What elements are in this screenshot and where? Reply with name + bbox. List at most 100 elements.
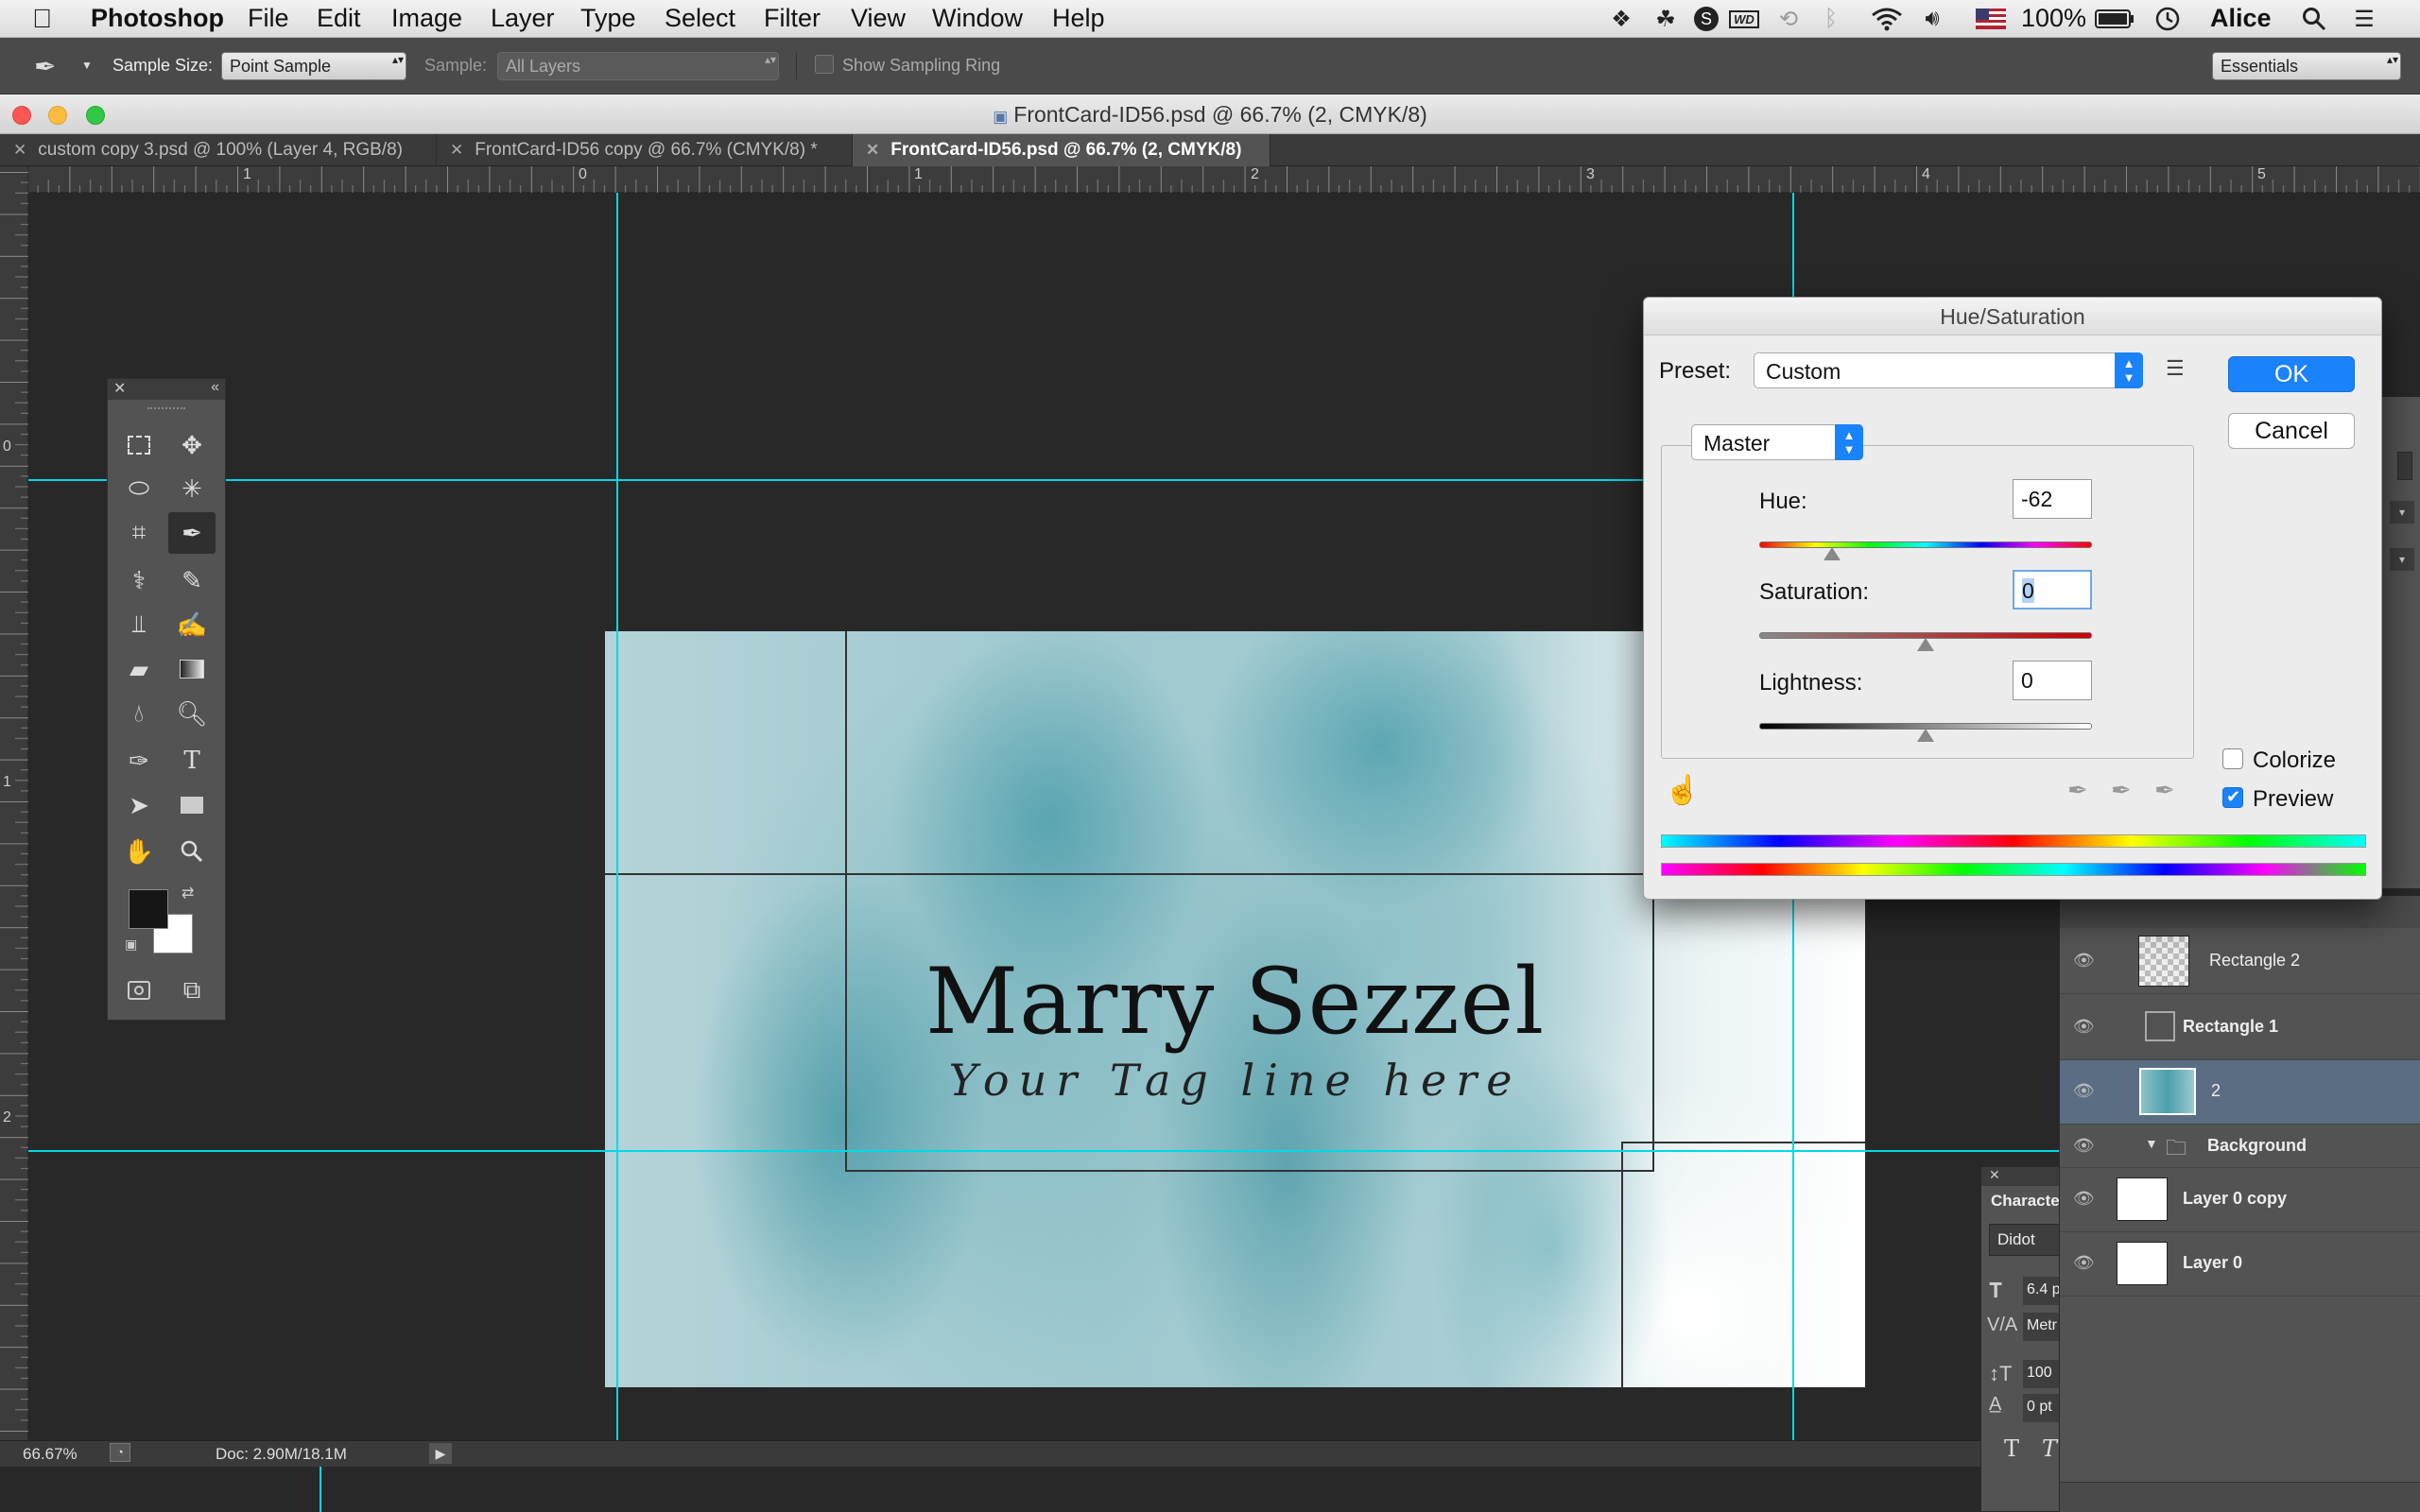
quick-mask-icon[interactable] (119, 971, 159, 1009)
saturation-field[interactable]: 0 (2013, 570, 2092, 610)
cancel-button[interactable]: Cancel (2228, 413, 2355, 449)
path-selection-tool-icon[interactable]: ➤ (119, 786, 159, 824)
menu-help[interactable]: Help (1052, 4, 1105, 33)
baseline-shift-field[interactable]: 0 pt (2023, 1394, 2061, 1422)
menu-select[interactable]: Select (665, 4, 735, 33)
colorize-checkbox[interactable] (2222, 748, 2243, 769)
eyedropper-minus-icon[interactable]: ✒ (2154, 776, 2175, 805)
tab-custom-copy[interactable]: ✕ custom copy 3.psd @ 100% (Layer 4, RGB/… (0, 134, 437, 166)
dropdown-arrow-icon[interactable]: ▾ (2390, 548, 2414, 571)
menu-filter[interactable]: Filter (764, 4, 821, 33)
sample-size-select[interactable]: Point Sample (221, 52, 406, 80)
hue-slider[interactable] (1759, 541, 2092, 548)
preview-checkbox[interactable]: ✔ (2222, 787, 2243, 808)
wd-drive-icon[interactable]: WD (1727, 6, 1761, 32)
evernote-icon[interactable]: ☘ (1650, 6, 1682, 32)
menu-image[interactable]: Image (391, 4, 462, 33)
eraser-tool-icon[interactable]: ▰ (119, 650, 159, 688)
notification-center-icon[interactable]: ☰ (2348, 6, 2380, 32)
layer-row-layer-0-copy[interactable]: 👁︎ Layer 0 copy (2060, 1168, 2420, 1232)
marquee-tool-icon[interactable] (119, 426, 159, 464)
eye-visibility-icon[interactable]: 👁︎ (2073, 1253, 2095, 1273)
dialog-title[interactable]: Hue/Saturation (1644, 298, 2381, 335)
zoom-level[interactable]: 66.67% (23, 1445, 78, 1464)
pen-tool-icon[interactable]: ✑ (119, 742, 159, 780)
vertical-ruler[interactable]: 0 1 2 (0, 166, 28, 1442)
volume-icon[interactable]: 🔊︎ (1913, 6, 1951, 32)
zoom-tool-icon[interactable] (172, 833, 212, 870)
magic-wand-tool-icon[interactable]: ✳ (172, 470, 212, 507)
foreground-color-swatch-top[interactable] (129, 889, 168, 929)
eyedropper-tool-icon[interactable]: ✒ (168, 512, 216, 554)
dropdown-arrow-icon[interactable]: ▾ (2390, 501, 2414, 524)
healing-brush-tool-icon[interactable]: ⚕ (119, 561, 159, 599)
us-flag-icon[interactable] (1974, 6, 2008, 32)
export-icon[interactable]: ◔ (110, 1443, 130, 1462)
bluetooth-icon[interactable]: ᛒ (1820, 6, 1842, 32)
move-tool-icon[interactable]: ✥ (172, 426, 212, 464)
menu-type[interactable]: Type (580, 4, 636, 33)
close-window-button[interactable] (12, 106, 31, 125)
eye-visibility-icon[interactable]: 👁︎ (2073, 1081, 2095, 1101)
vertical-scale-field[interactable]: 100 (2023, 1360, 2061, 1388)
swap-colors-icon[interactable]: ⇄ (182, 884, 194, 902)
eye-visibility-icon[interactable]: 👁︎ (2073, 1136, 2095, 1156)
menu-view[interactable]: View (851, 4, 906, 33)
tab-frontcard-copy[interactable]: ✕ FrontCard-ID56 copy @ 66.7% (CMYK/8) * (437, 134, 853, 166)
default-colors-icon[interactable]: ▣ (125, 936, 137, 953)
sample-layers-select[interactable]: All Layers (497, 52, 779, 80)
ok-button[interactable]: OK (2228, 356, 2355, 392)
clone-stamp-tool-icon[interactable]: ⫫ (119, 606, 159, 644)
eye-visibility-icon[interactable]: 👁︎ (2073, 951, 2095, 971)
eyedropper-tool-preset-icon[interactable]: ✒ (34, 51, 56, 82)
card-name-text[interactable]: Marry Sezzel (605, 949, 1865, 1055)
time-machine-icon[interactable]: ⟲ (1772, 6, 1805, 32)
horizontal-ruler[interactable]: 1 0 1 2 3 4 5 (28, 166, 2420, 193)
preset-options-icon[interactable]: ☰ (2166, 356, 2185, 381)
layer-row-layer-0[interactable]: 👁︎ Layer 0 (2060, 1232, 2420, 1297)
skype-icon[interactable]: S (1692, 6, 1720, 32)
tools-panel-header[interactable]: ✕ « (108, 379, 225, 400)
eyedropper-icon[interactable]: ✒ (2067, 776, 2088, 805)
screen-mode-icon[interactable]: ⧉ (172, 971, 212, 1009)
faux-bold-icon[interactable]: T (2004, 1435, 2019, 1462)
lightness-slider-knob[interactable] (1917, 729, 1934, 742)
card-tagline-text[interactable]: Your Tag line here (605, 1055, 1865, 1106)
expand-group-icon[interactable]: ▼ (2145, 1136, 2158, 1151)
minimize-window-button[interactable] (48, 106, 67, 125)
dodge-tool-icon[interactable]: 🔍︎ (172, 695, 212, 732)
collapse-panel-icon[interactable]: « (211, 379, 219, 396)
hue-slider-knob[interactable] (1824, 547, 1841, 560)
app-menu[interactable]: Photoshop (91, 4, 224, 33)
character-panel-title[interactable]: Characte (1991, 1192, 2060, 1211)
close-panel-icon[interactable]: ✕ (1981, 1167, 2061, 1186)
grip-handle[interactable] (147, 407, 185, 411)
gradient-tool-icon[interactable] (172, 650, 212, 688)
close-panel-icon[interactable]: ✕ (113, 379, 126, 398)
hue-field[interactable]: -62 (2013, 479, 2092, 519)
status-menu-arrow-icon[interactable]: ▶ (429, 1443, 452, 1464)
scroll-handle[interactable] (2397, 452, 2412, 480)
crop-tool-icon[interactable]: ⌗ (119, 514, 159, 552)
eye-visibility-icon[interactable]: 👁︎ (2073, 1017, 2095, 1037)
lasso-tool-icon[interactable]: ⬭ (119, 470, 159, 507)
sampling-ring-checkbox[interactable] (815, 55, 834, 74)
faux-italic-icon[interactable]: T (2042, 1435, 2057, 1462)
menu-file[interactable]: File (248, 4, 289, 33)
clock-icon[interactable] (2152, 6, 2184, 32)
menu-layer[interactable]: Layer (491, 4, 555, 33)
font-size-field[interactable]: 6.4 p (2023, 1277, 2061, 1305)
guide-vertical[interactable] (616, 193, 618, 1440)
targeted-adjustment-hand-icon[interactable]: ☝ (1665, 774, 1700, 807)
eyedropper-plus-icon[interactable]: ✒ (2111, 776, 2132, 805)
user-name[interactable]: Alice (2210, 4, 2272, 33)
chevron-down-icon[interactable]: ▼ (81, 59, 93, 72)
font-family-field[interactable]: Didot (1989, 1224, 2061, 1256)
history-brush-tool-icon[interactable]: ✍ (172, 606, 212, 644)
eye-visibility-icon[interactable]: 👁︎ (2073, 1189, 2095, 1209)
close-tab-icon[interactable]: ✕ (866, 141, 879, 159)
blur-tool-icon[interactable]: 💧︎ (119, 695, 159, 732)
rectangle-tool-icon[interactable] (172, 786, 212, 824)
dropbox-icon[interactable]: ❖ (1605, 6, 1637, 32)
zoom-window-button[interactable] (86, 106, 105, 125)
